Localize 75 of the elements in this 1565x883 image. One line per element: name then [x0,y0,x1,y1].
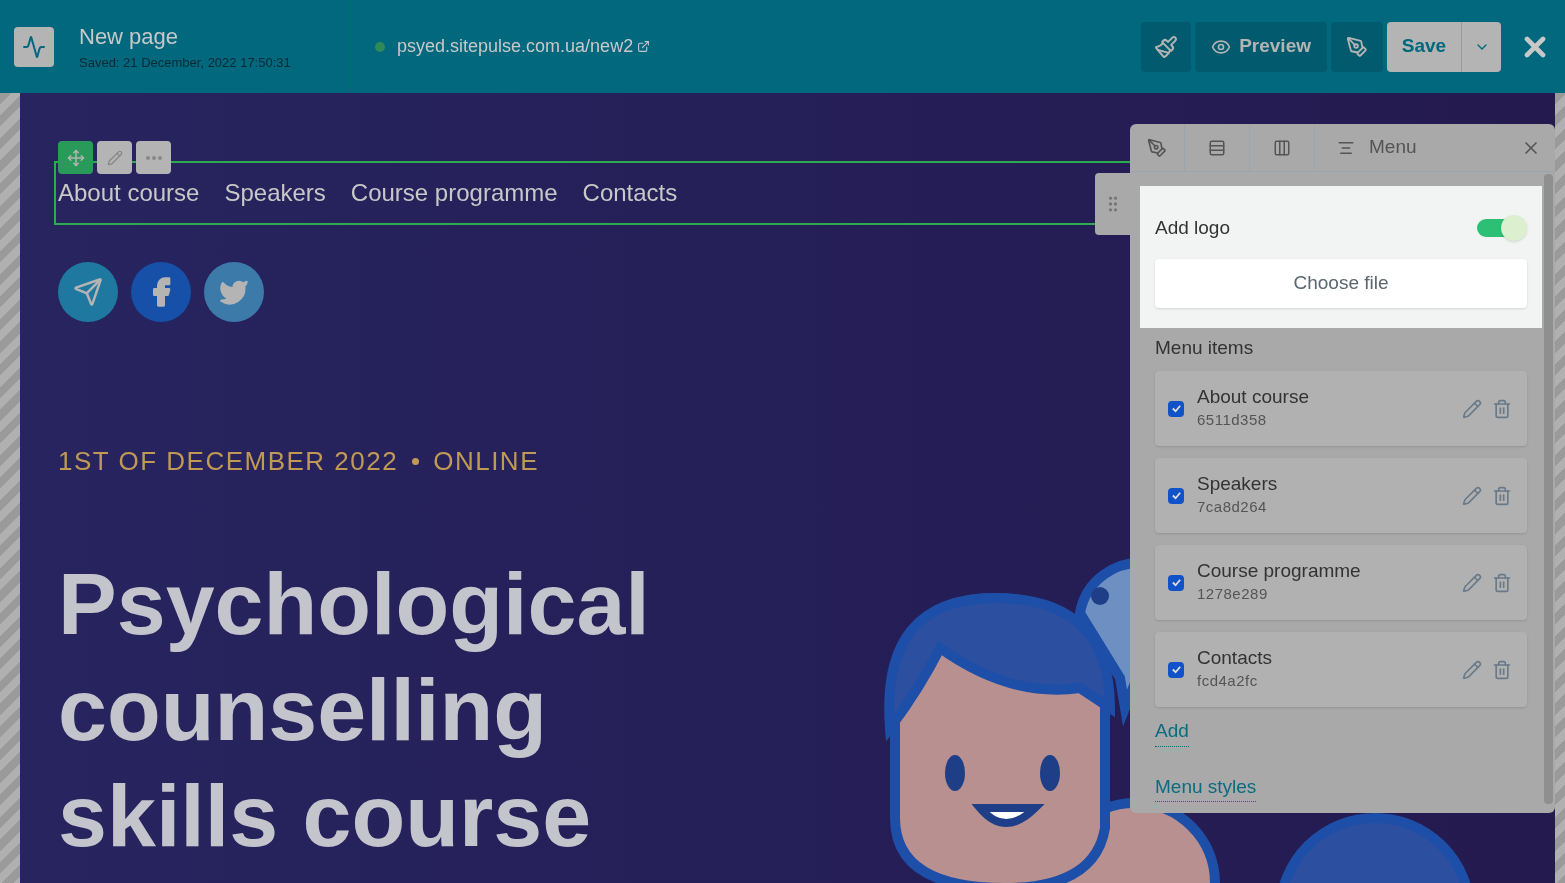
delete-icon[interactable] [1492,485,1512,506]
delete-icon[interactable] [1492,398,1512,419]
page-url-link[interactable]: psyed.sitepulse.com.ua/new2 [397,33,651,60]
menu-item-name: About course [1197,385,1310,410]
section-heading: Menu items [1155,335,1255,360]
external-link-icon [637,40,651,53]
trash-glyph-icon [1492,485,1512,506]
app-logo-icon[interactable] [14,26,54,67]
menu-item-name: Speakers [1197,472,1279,497]
checkmark-icon [1170,490,1182,501]
move-handle[interactable] [58,141,93,174]
pencil-glyph-icon [1462,572,1482,593]
pencil-glyph-icon [1462,485,1482,506]
move-icon [66,148,85,167]
checkmark-icon [1170,577,1182,588]
drag-handle[interactable] [1095,173,1130,235]
add-logo-label: Add logo [1155,216,1230,240]
edit-button[interactable] [97,141,132,174]
panel-title: Menu [1369,135,1417,160]
edit-icon[interactable] [1462,398,1482,419]
menu-item-checkbox[interactable] [1168,487,1184,504]
pen-icon [1346,35,1368,58]
nav-link[interactable]: About course [58,175,200,211]
edit-icon[interactable] [1462,572,1482,593]
menu-item-id: fcd4a2fc [1197,671,1259,692]
choose-file-button[interactable]: Choose file [1155,258,1527,308]
edit-icon[interactable] [1462,485,1482,506]
menu-item-card[interactable]: About course 6511d358 [1155,371,1527,446]
pencil-glyph-icon [1462,659,1482,680]
menu-item-card[interactable]: Speakers 7ca8d264 [1155,458,1527,533]
trash-glyph-icon [1492,572,1512,593]
menu-item-id: 6511d358 [1197,410,1268,431]
rows-icon [1208,138,1226,157]
brush-icon [1154,34,1179,59]
headline: skills course [58,765,592,867]
trash-glyph-icon [1492,398,1512,419]
menu-item-id: 1278e289 [1197,584,1269,605]
more-icon [145,155,162,160]
save-options-button[interactable] [1461,21,1501,72]
save-button[interactable]: Save [1387,21,1461,72]
event-format: ONLINE [433,445,539,478]
preview-button[interactable]: Preview [1195,21,1327,72]
menu-item-card[interactable]: Contacts fcd4a2fc [1155,632,1527,707]
columns-icon [1273,138,1291,157]
pencil-icon [106,149,123,166]
menu-item-card[interactable]: Course programme 1278e289 [1155,545,1527,620]
event-date: 1ST OF DECEMBER 2022 [58,445,399,478]
twitter-icon[interactable] [204,262,264,322]
paper-plane-glyph-icon [73,277,103,307]
menu-item-checkbox[interactable] [1168,574,1184,591]
headline: counselling [58,659,547,761]
page-title: New page [79,23,180,52]
telegram-icon[interactable] [58,262,118,322]
trash-glyph-icon [1492,659,1512,680]
menu-item-name: Course programme [1197,559,1362,584]
menu-item-name: Contacts [1197,646,1273,671]
nav-link[interactable]: Course programme [350,175,558,211]
delete-icon[interactable] [1492,572,1512,593]
pencil-glyph-icon [1462,398,1482,419]
menu-item-id: 7ca8d264 [1197,497,1268,518]
delete-icon[interactable] [1492,659,1512,680]
edit-icon[interactable] [1462,659,1482,680]
nav-link[interactable]: Speakers [224,175,326,211]
menu-item-checkbox[interactable] [1168,400,1184,417]
more-button[interactable] [136,141,171,174]
nav-link[interactable]: Contacts [582,175,678,211]
menu-item-checkbox[interactable] [1168,661,1184,678]
pen-icon [1147,137,1167,158]
checkmark-icon [1170,664,1182,675]
saved-time: Saved: 21 December, 2022 17:50:31 [79,54,292,73]
facebook-icon[interactable] [131,262,191,322]
design-tools-button[interactable] [1331,21,1383,72]
styles-button[interactable] [1141,21,1192,72]
headline: Psychological [58,553,650,655]
checkmark-icon [1170,403,1182,414]
